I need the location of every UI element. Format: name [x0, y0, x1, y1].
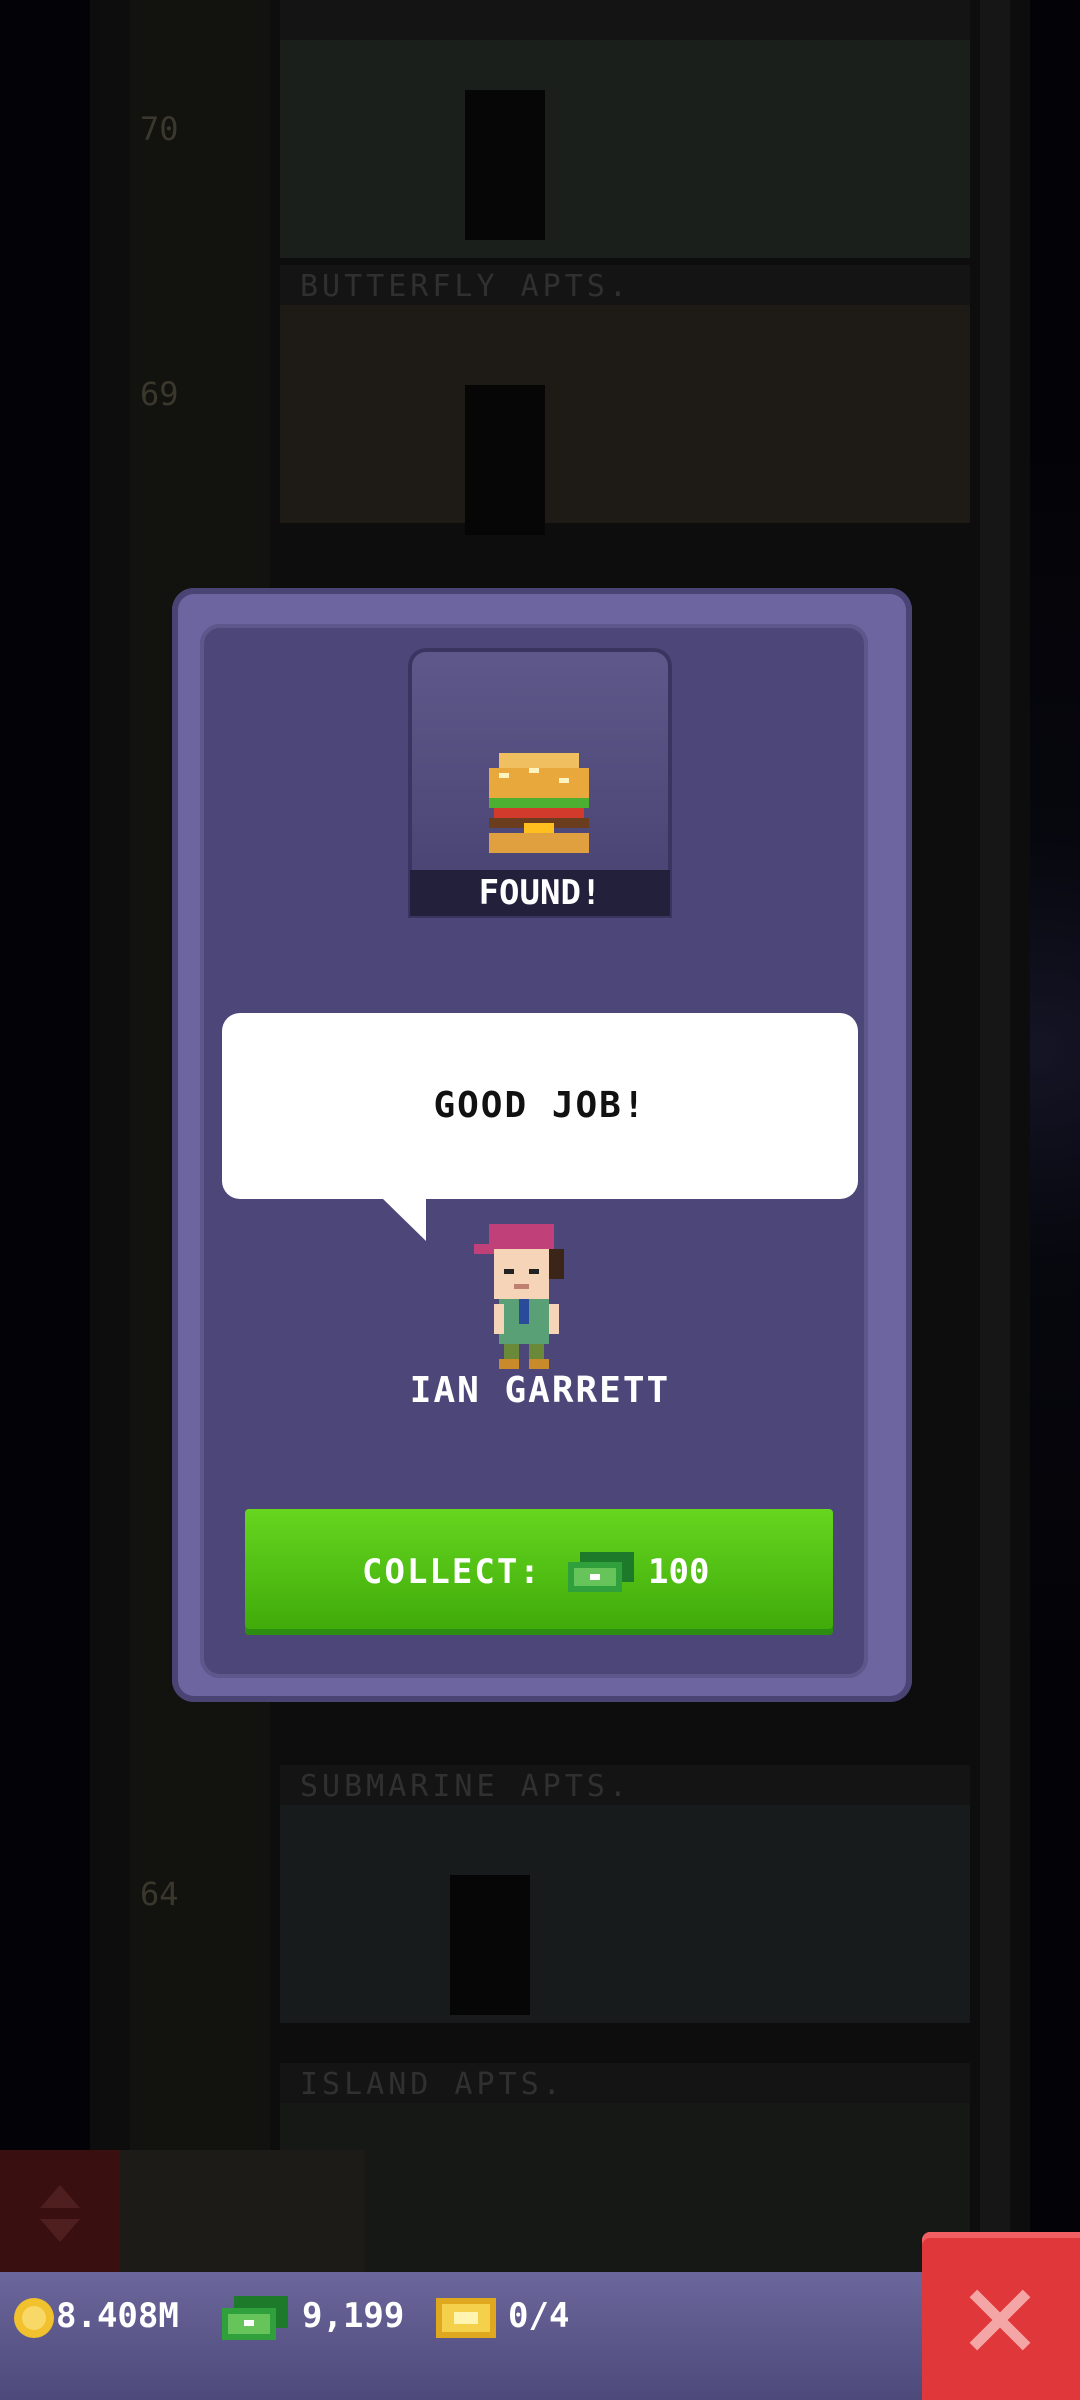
collect-amount: 100 — [648, 1552, 710, 1592]
bitizen-name: IAN GARRETT — [409, 1370, 671, 1411]
tickets-value: 0/4 — [508, 2296, 570, 2336]
found-label: FOUND! — [410, 870, 670, 916]
close-icon — [969, 2289, 1031, 2351]
speech-bubble-tail — [380, 1196, 426, 1241]
burger-icon — [489, 753, 589, 853]
ticket-icon — [436, 2298, 496, 2338]
speech-text: GOOD JOB! — [433, 1085, 647, 1126]
coins-value: 8.408M — [56, 2296, 179, 2336]
bux-value: 9,199 — [302, 2296, 405, 2336]
coin-icon — [14, 2298, 54, 2338]
close-button[interactable] — [922, 2232, 1080, 2400]
collect-label: COLLECT: — [362, 1552, 542, 1592]
bux-icon — [222, 2296, 288, 2340]
bitizen-avatar — [474, 1224, 564, 1369]
bux-icon — [568, 1552, 634, 1592]
